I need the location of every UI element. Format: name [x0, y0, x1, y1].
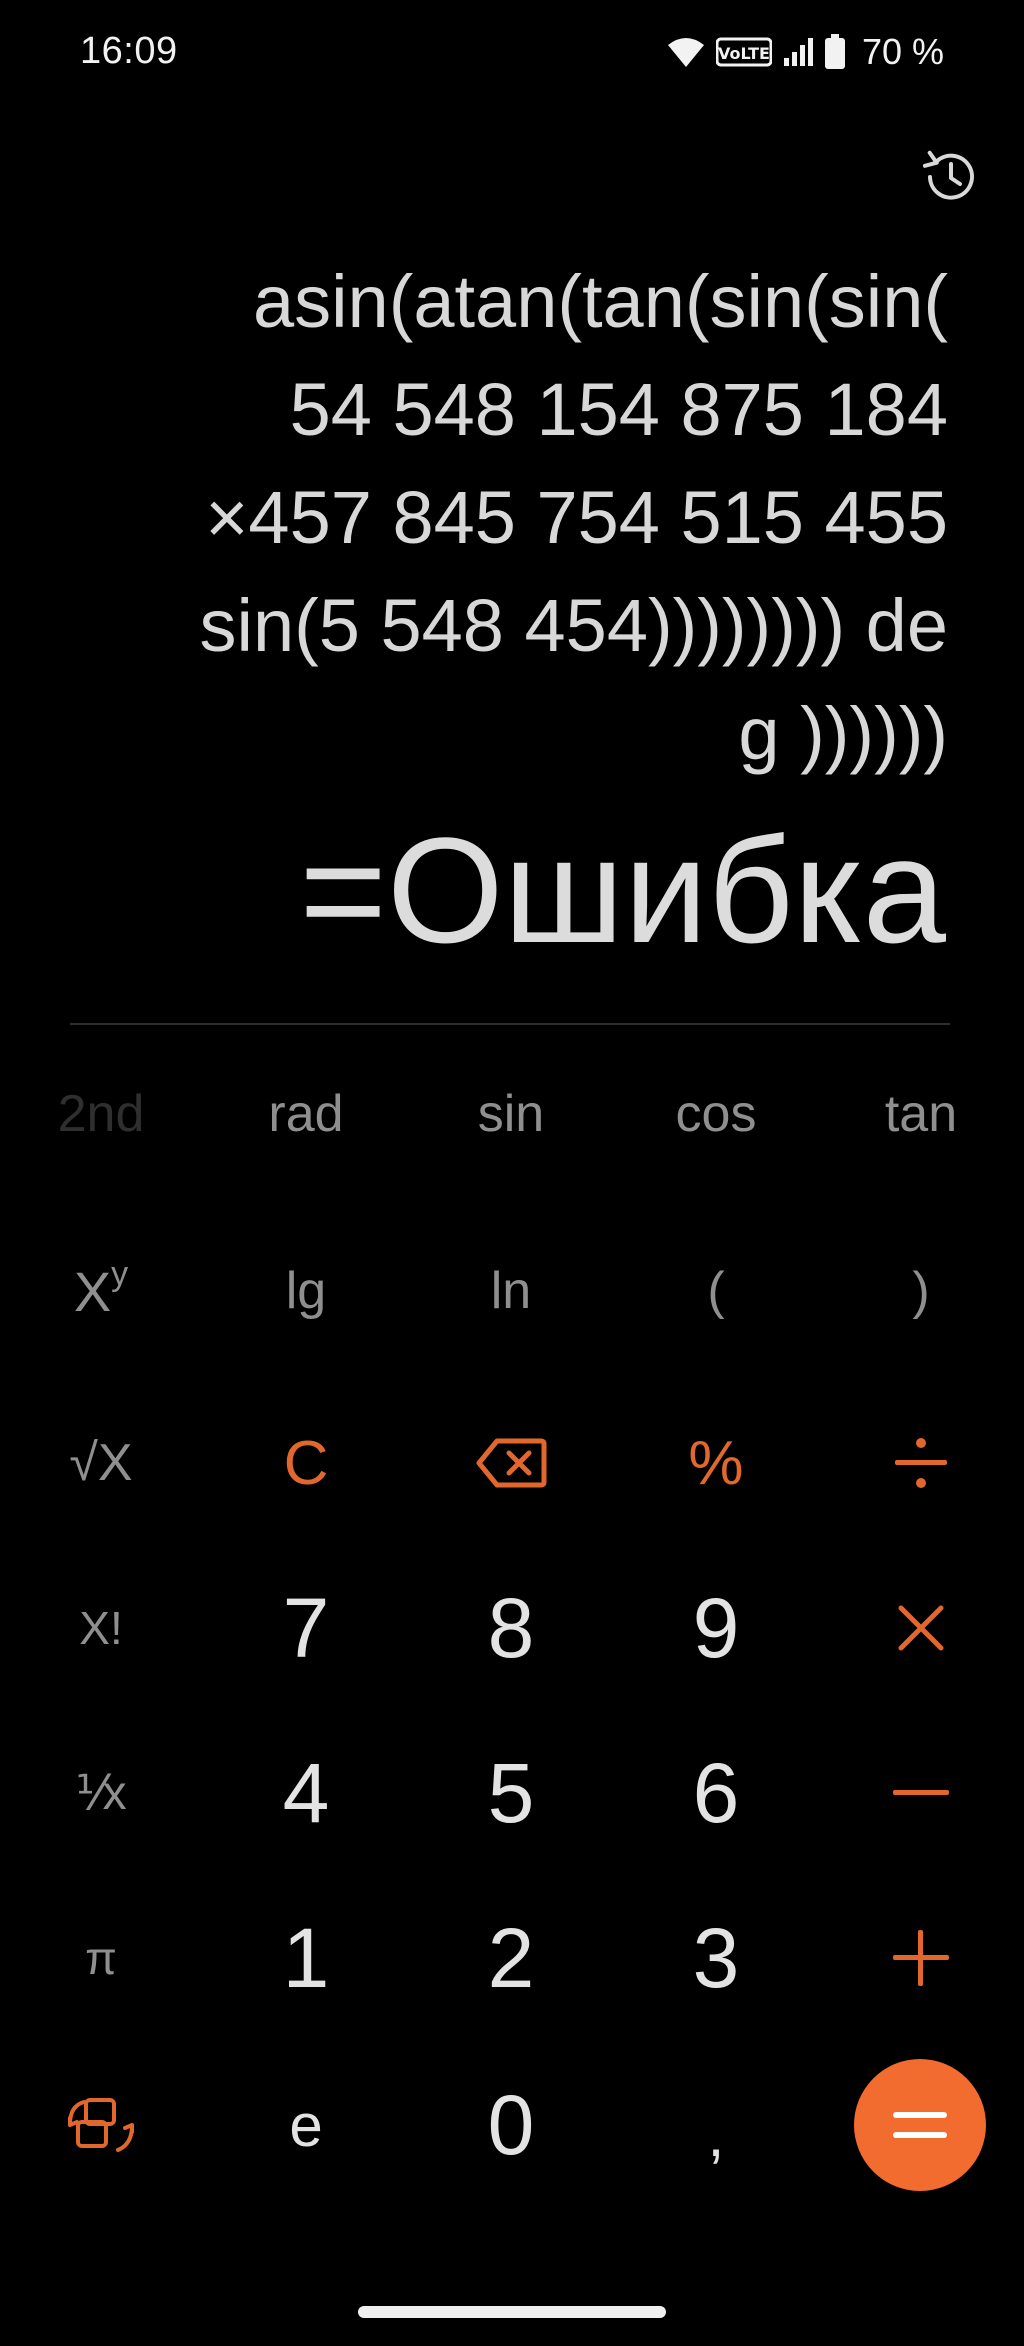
expression-line: 54 548 154 875 184 [289, 368, 948, 451]
power-exp-label: y [111, 1254, 129, 1293]
status-bar: 16:09 VoLTE 70 % [0, 0, 1024, 104]
digit-5-button[interactable]: 5 [426, 1733, 596, 1853]
ln-label: ln [490, 1262, 532, 1320]
expression-line: asin(atan(tan(sin(sin( [252, 260, 948, 343]
digit-7-button[interactable]: 7 [221, 1568, 391, 1688]
rad-label: rad [268, 1085, 344, 1143]
digit-1-label: 1 [282, 1910, 330, 2005]
digit-1-button[interactable]: 1 [221, 1898, 391, 2018]
cos-button[interactable]: cos [631, 1054, 801, 1174]
comma-label: , [707, 2101, 725, 2169]
paren-open-label: ( [707, 1262, 725, 1320]
factorial-button[interactable]: X! [16, 1568, 186, 1688]
status-icons: VoLTE 70 % [666, 30, 944, 74]
paren-close-label: ) [912, 1262, 930, 1320]
lg-label: lg [285, 1262, 327, 1320]
digit-7-label: 7 [282, 1580, 330, 1675]
digit-9-button[interactable]: 9 [631, 1568, 801, 1688]
sin-label: sin [477, 1085, 545, 1143]
digit-4-label: 4 [282, 1745, 330, 1840]
history-icon[interactable] [918, 144, 984, 210]
ln-button[interactable]: ln [426, 1231, 596, 1351]
divide-icon [895, 1438, 947, 1488]
clear-label: C [283, 1428, 329, 1498]
power-button[interactable]: Xy [16, 1231, 186, 1351]
expression-line: ×457 845 754 515 455 [205, 476, 948, 559]
volte-label: VoLTE [718, 44, 770, 63]
divider [70, 1023, 950, 1025]
wifi-icon [667, 38, 704, 67]
sqrt-button[interactable]: √X [16, 1403, 186, 1523]
battery-percent: 70 % [861, 31, 944, 72]
second-function-button[interactable]: 2nd [16, 1054, 186, 1174]
reciprocal-button[interactable]: ⅟x [16, 1733, 186, 1853]
digit-2-label: 2 [487, 1910, 535, 2005]
divide-button[interactable] [836, 1403, 1006, 1523]
digit-0-label: 0 [487, 2077, 535, 2172]
digit-8-button[interactable]: 8 [426, 1568, 596, 1688]
clear-button[interactable]: C [221, 1403, 391, 1523]
power-base-label: X [73, 1259, 112, 1323]
pi-label: π [85, 1932, 117, 1984]
digit-5-label: 5 [487, 1745, 535, 1840]
euler-button[interactable]: e [221, 2065, 391, 2185]
switch-mode-icon [68, 2098, 134, 2152]
tan-button[interactable]: tan [836, 1054, 1006, 1174]
expression-line: sin(5 548 454)))))))) de [199, 584, 948, 667]
digit-6-button[interactable]: 6 [631, 1733, 801, 1853]
cos-label: cos [675, 1085, 757, 1143]
pi-button[interactable]: π [16, 1898, 186, 2018]
percent-label: % [688, 1428, 744, 1498]
lg-button[interactable]: lg [221, 1231, 391, 1351]
paren-close-button[interactable]: ) [836, 1231, 1006, 1351]
sqrt-label: √X [69, 1434, 133, 1492]
multiply-button[interactable] [836, 1568, 1006, 1688]
result-display: =Ошибка [299, 806, 946, 974]
sin-button[interactable]: sin [426, 1054, 596, 1174]
rad-button[interactable]: rad [221, 1054, 391, 1174]
digit-3-button[interactable]: 3 [631, 1898, 801, 2018]
backspace-icon [476, 1438, 547, 1488]
digit-3-label: 3 [692, 1910, 740, 2005]
digit-6-label: 6 [692, 1745, 740, 1840]
paren-open-button[interactable]: ( [631, 1231, 801, 1351]
equals-icon [893, 2112, 947, 2138]
plus-icon [893, 1930, 949, 1986]
minus-button[interactable] [836, 1733, 1006, 1853]
expression-display: asin(atan(tan(sin(sin( 54 548 154 875 18… [48, 248, 948, 788]
minus-icon [893, 1790, 949, 1795]
signal-icon [783, 38, 813, 66]
digit-9-label: 9 [692, 1580, 740, 1675]
multiply-icon [898, 1605, 944, 1651]
status-time: 16:09 [80, 30, 178, 72]
digit-2-button[interactable]: 2 [426, 1898, 596, 2018]
digit-0-button[interactable]: 0 [426, 2065, 596, 2185]
battery-icon [824, 34, 845, 69]
percent-button[interactable]: % [631, 1403, 801, 1523]
comma-button[interactable]: , [631, 2065, 801, 2185]
volte-icon: VoLTE [715, 37, 772, 67]
reciprocal-label: ⅟x [75, 1767, 127, 1820]
euler-label: e [289, 2091, 323, 2159]
factorial-label: X! [79, 1602, 123, 1654]
digit-8-label: 8 [487, 1580, 535, 1675]
second-label: 2nd [57, 1085, 145, 1143]
switch-mode-button[interactable] [16, 2065, 186, 2185]
digit-4-button[interactable]: 4 [221, 1733, 391, 1853]
plus-button[interactable] [836, 1898, 1006, 2018]
backspace-button[interactable] [426, 1403, 596, 1523]
equals-button[interactable] [854, 2059, 986, 2191]
tan-label: tan [884, 1085, 958, 1143]
expression-line: g )))))) [738, 692, 948, 775]
home-indicator[interactable] [358, 2306, 666, 2318]
